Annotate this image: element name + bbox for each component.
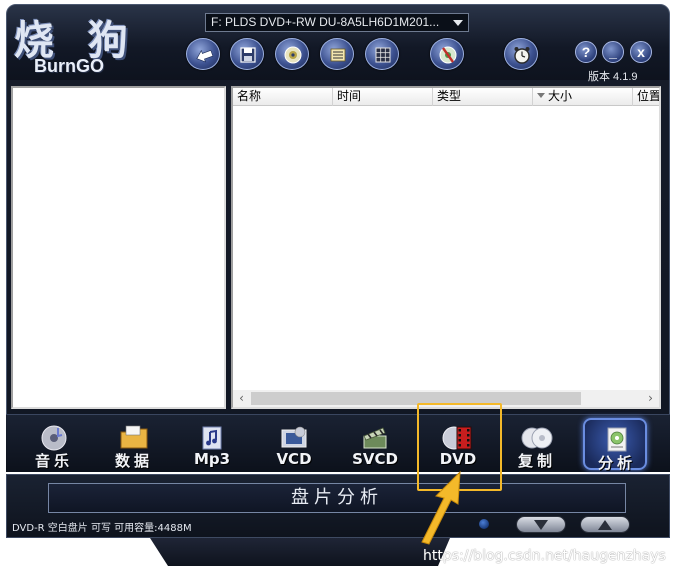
annotation-arrow-icon xyxy=(421,470,461,545)
data-folder-icon xyxy=(120,425,148,449)
expand-down-button[interactable] xyxy=(516,516,566,533)
mp3-note-icon xyxy=(202,426,222,450)
mode-mp3-label: Mp3 xyxy=(193,450,231,468)
mode-svcd-label: SVCD xyxy=(352,450,398,468)
disc-tools-button[interactable] xyxy=(430,38,464,70)
disc-icon xyxy=(284,46,302,64)
column-size[interactable]: 大小 xyxy=(533,88,633,106)
arrow-down-icon xyxy=(534,520,548,530)
save-icon xyxy=(240,47,256,63)
scroll-thumb[interactable] xyxy=(251,392,581,405)
chevron-down-icon[interactable] xyxy=(453,20,463,26)
grid-button[interactable] xyxy=(365,38,399,70)
scroll-left-icon[interactable]: ‹ xyxy=(233,390,250,407)
schedule-button[interactable] xyxy=(504,38,538,70)
folder-tree[interactable] xyxy=(11,86,226,409)
file-list[interactable]: 名称 时间 类型 大小 位置 ‹ › xyxy=(231,86,661,409)
mode-music-label: 音乐 xyxy=(34,452,73,470)
grid-icon xyxy=(375,47,391,63)
svcd-clapper-icon xyxy=(363,427,387,449)
vcd-film-icon xyxy=(281,426,307,448)
version-label: 版本 4.1.9 xyxy=(588,71,638,83)
column-type[interactable]: 类型 xyxy=(433,88,533,106)
mode-mp3[interactable]: Mp3 xyxy=(180,418,244,470)
mode-data[interactable]: 数据 xyxy=(102,418,166,470)
column-location[interactable]: 位置 xyxy=(633,88,659,106)
copy-discs-icon xyxy=(521,427,553,449)
help-button[interactable]: ? xyxy=(575,41,597,63)
mode-vcd[interactable]: VCD xyxy=(262,418,326,470)
mode-svcd[interactable]: SVCD xyxy=(343,418,407,470)
mode-data-label: 数据 xyxy=(114,452,153,470)
watermark: https://blog.csdn.net/haugenzhays xyxy=(423,548,666,564)
mode-vcd-label: VCD xyxy=(276,450,312,468)
back-button[interactable] xyxy=(186,38,220,70)
list-icon xyxy=(330,48,346,62)
back-arrow-icon xyxy=(196,49,214,63)
mode-copy[interactable]: 复制 xyxy=(505,418,569,470)
disc-button[interactable] xyxy=(275,38,309,70)
file-list-header: 名称 时间 类型 大小 位置 xyxy=(233,88,659,106)
list-button[interactable] xyxy=(320,38,354,70)
mode-analyze[interactable]: 分析 xyxy=(583,418,647,472)
close-button[interactable]: x xyxy=(630,41,652,63)
logo-english: BurnGO xyxy=(34,56,104,76)
column-size-label: 大小 xyxy=(548,89,573,103)
disc-status-text: DVD-R 空白盘片 可写 可用容量:4488M xyxy=(12,523,192,534)
panel-title: 盘片分析 xyxy=(48,483,626,513)
analyze-disc-icon xyxy=(607,427,627,452)
clock-icon xyxy=(514,47,530,64)
minimize-button[interactable]: _ xyxy=(602,41,624,63)
collapse-up-button[interactable] xyxy=(580,516,630,533)
window-bottom-edge xyxy=(150,538,450,566)
column-name[interactable]: 名称 xyxy=(233,88,333,106)
mode-music[interactable]: 音乐 xyxy=(22,418,86,470)
mode-analyze-label: 分析 xyxy=(597,454,636,472)
disc-tools-icon xyxy=(439,46,457,64)
sort-descending-icon xyxy=(537,93,545,98)
save-button[interactable] xyxy=(230,38,264,70)
arrow-up-icon xyxy=(598,520,612,530)
drive-select[interactable]: F: PLDS DVD+-RW DU-8A5LH6D1M201... xyxy=(205,13,469,32)
column-time[interactable]: 时间 xyxy=(333,88,433,106)
mode-copy-label: 复制 xyxy=(517,452,556,470)
scroll-right-icon[interactable]: › xyxy=(642,390,659,407)
music-disc-icon xyxy=(41,425,67,451)
drive-select-value: F: PLDS DVD+-RW DU-8A5LH6D1M201... xyxy=(211,15,440,29)
burngo-window: 烧 狗 BurnGO F: PLDS DVD+-RW DU-8A5LH6D1M2… xyxy=(0,0,677,578)
